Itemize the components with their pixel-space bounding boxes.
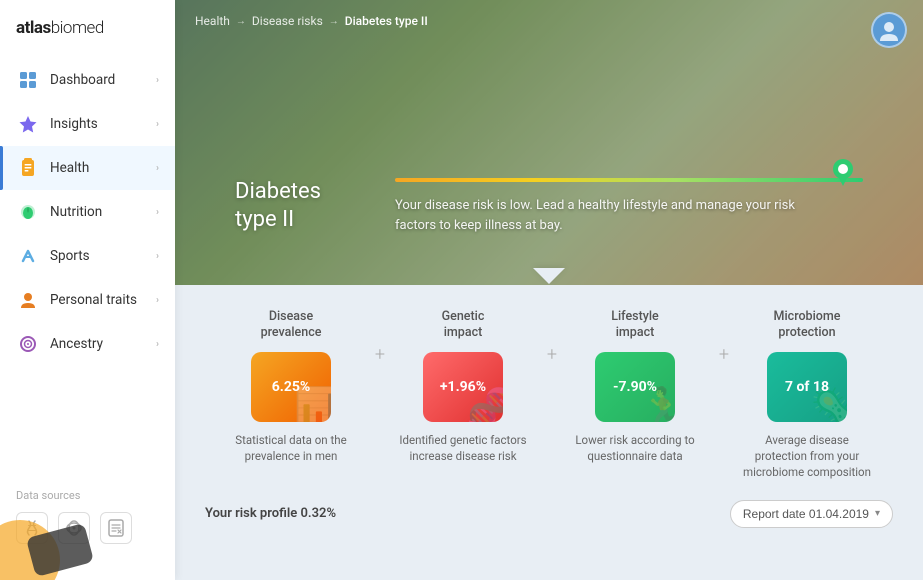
metric-label-genetic-impact: Geneticimpact [442, 309, 485, 342]
chevron-right-icon: › [156, 75, 159, 86]
report-date-button[interactable]: Report date 01.04.2019 ▾ [730, 500, 893, 528]
metric-badge-lifestyle-impact: -7.90% 🏃 [595, 352, 675, 422]
data-sources-label: Data sources [0, 481, 175, 508]
breadcrumb: Health → Disease risks → Diabetes type I… [195, 14, 428, 28]
sidebar-item-dashboard-label: Dashboard [50, 72, 156, 88]
data-source-dna-icon[interactable] [16, 512, 48, 544]
user-avatar[interactable] [871, 12, 907, 48]
metric-badge-microbiome: 7 of 18 🦠 [767, 352, 847, 422]
hero-content: Diabetes type II [235, 174, 863, 235]
sidebar-item-nutrition-label: Nutrition [50, 204, 156, 220]
breadcrumb-arrow-2: → [329, 16, 339, 27]
ancestry-icon [16, 332, 40, 356]
metric-description-disease-prevalence: Statistical data on the prevalence in me… [226, 432, 356, 464]
metric-value-genetic-impact: +1.96% [440, 379, 486, 395]
metric-label-disease-prevalence: Diseaseprevalence [261, 309, 322, 342]
sidebar-item-sports[interactable]: Sports › [0, 234, 175, 278]
logo-atlas: atlas [16, 18, 51, 38]
hero-title: Diabetes type II [235, 178, 365, 235]
report-date-text: Report date 01.04.2019 [743, 507, 869, 521]
metrics-row: Diseaseprevalence 6.25% 📊 Statistical da… [205, 309, 893, 480]
metric-badge-disease-prevalence: 6.25% 📊 [251, 352, 331, 422]
metric-label-lifestyle-impact: Lifestyleimpact [611, 309, 659, 342]
hero-description: Your disease risk is low. Lead a healthy… [395, 196, 815, 235]
metric-card-microbiome: Microbiomeprotection 7 of 18 🦠 Average d… [721, 309, 893, 480]
metric-label-microbiome: Microbiomeprotection [774, 309, 841, 342]
metric-description-genetic-impact: Identified genetic factors increase dise… [398, 432, 528, 464]
metric-card-genetic-impact: Geneticimpact +1.96% 🧬 Identified geneti… [377, 309, 549, 480]
health-icon [16, 156, 40, 180]
breadcrumb-arrow-1: → [236, 16, 246, 27]
metric-card-lifestyle-impact: Lifestyleimpact -7.90% 🏃 Lower risk acco… [549, 309, 721, 480]
sidebar: atlasbiomed Dashboard › I [0, 0, 175, 580]
data-source-microbiome-icon[interactable] [58, 512, 90, 544]
insights-icon [16, 112, 40, 136]
sidebar-item-nutrition[interactable]: Nutrition › [0, 190, 175, 234]
cards-area: Diseaseprevalence 6.25% 📊 Statistical da… [175, 285, 923, 580]
hero-arrow-down [533, 267, 565, 285]
sidebar-item-ancestry-label: Ancestry [50, 336, 156, 352]
nutrition-icon [16, 200, 40, 224]
sidebar-item-health[interactable]: Health › [0, 146, 175, 190]
risk-profile-label: Your risk profile 0.32% [205, 506, 336, 521]
sidebar-item-health-label: Health [50, 160, 156, 176]
hero-risk-area: Your disease risk is low. Lead a healthy… [395, 174, 863, 235]
main-content: Health → Disease risks → Diabetes type I… [175, 0, 923, 580]
nav-items: Dashboard › Insights › [0, 54, 175, 481]
sidebar-item-sports-label: Sports [50, 248, 156, 264]
data-source-survey-icon[interactable] [100, 512, 132, 544]
breadcrumb-health[interactable]: Health [195, 14, 230, 28]
sidebar-bottom: Data sources [0, 481, 175, 580]
chevron-right-icon: › [156, 295, 159, 306]
sports-icon [16, 244, 40, 268]
dashboard-icon [16, 68, 40, 92]
data-source-icons [0, 508, 175, 560]
risk-bar-container [395, 174, 863, 186]
risk-bar-track [395, 178, 863, 182]
chevron-right-icon: › [156, 339, 159, 350]
risk-profile-row: Your risk profile 0.32% Report date 01.0… [205, 500, 893, 528]
metric-value-disease-prevalence: 6.25% [272, 379, 311, 395]
breadcrumb-disease-risks[interactable]: Disease risks [252, 14, 323, 28]
sidebar-item-insights[interactable]: Insights › [0, 102, 175, 146]
metric-badge-genetic-impact: +1.96% 🧬 [423, 352, 503, 422]
metric-value-lifestyle-impact: -7.90% [613, 379, 657, 395]
metric-value-microbiome: 7 of 18 [785, 379, 829, 395]
sidebar-item-personal-traits-label: Personal traits [50, 292, 156, 308]
chevron-right-icon: › [156, 251, 159, 262]
hero-banner: Health → Disease risks → Diabetes type I… [175, 0, 923, 285]
metric-card-disease-prevalence: Diseaseprevalence 6.25% 📊 Statistical da… [205, 309, 377, 480]
logo-biomed: biomed [51, 18, 104, 38]
sidebar-item-ancestry[interactable]: Ancestry › [0, 322, 175, 366]
chevron-right-icon: › [156, 119, 159, 130]
metric-description-microbiome: Average disease protection from your mic… [742, 432, 872, 480]
chevron-right-icon: › [156, 207, 159, 218]
logo: atlasbiomed [0, 0, 175, 54]
sidebar-item-personal-traits[interactable]: Personal traits › [0, 278, 175, 322]
sidebar-item-dashboard[interactable]: Dashboard › [0, 58, 175, 102]
report-date-chevron-icon: ▾ [875, 508, 880, 519]
personal-traits-icon [16, 288, 40, 312]
hero-title-area: Diabetes type II [235, 178, 365, 235]
chevron-right-icon: › [156, 163, 159, 174]
breadcrumb-current: Diabetes type II [345, 14, 428, 28]
sidebar-item-insights-label: Insights [50, 116, 156, 132]
metric-description-lifestyle-impact: Lower risk according to questionnaire da… [570, 432, 700, 464]
